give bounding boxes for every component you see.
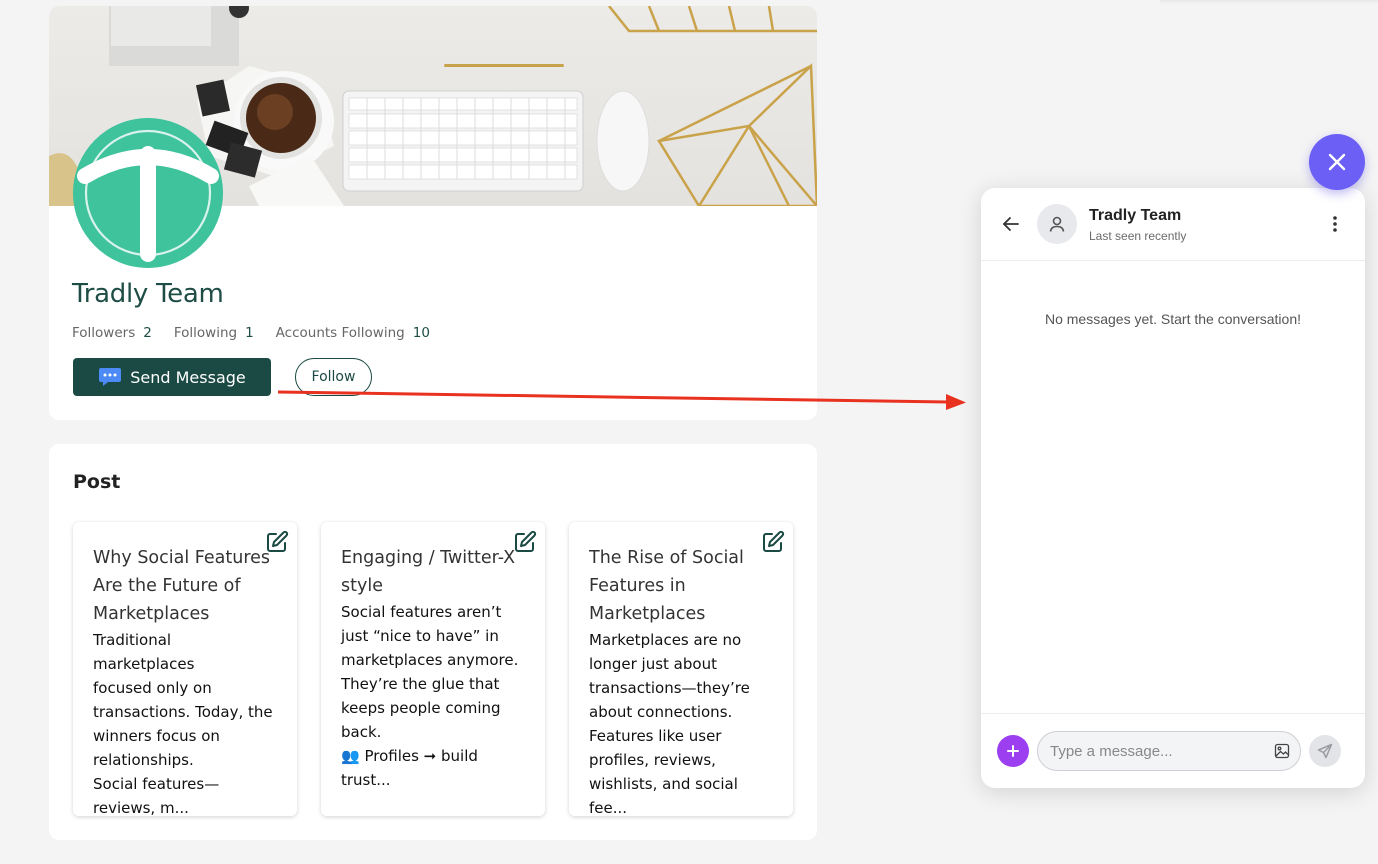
send-message-button[interactable]: Send Message [73, 358, 271, 396]
send-message-label: Send Message [130, 367, 246, 387]
post-excerpt: Marketplaces are no longer just about tr… [589, 631, 750, 816]
post-card[interactable]: Engaging / Twitter-X style Social featur… [321, 522, 545, 816]
tradly-logo-icon [73, 118, 223, 268]
profile-avatar [73, 118, 223, 268]
stat-value: 2 [143, 325, 152, 341]
stat-followers[interactable]: Followers 2 [72, 325, 152, 341]
send-chat-message-button[interactable] [1309, 735, 1341, 767]
stat-label: Following [173, 325, 238, 341]
profile-name: Tradly Team [72, 279, 224, 309]
edit-icon[interactable] [761, 530, 785, 554]
annotation-arrow-icon [277, 390, 966, 410]
chat-contact-status: Last seen recently [1089, 229, 1187, 243]
close-chat-button[interactable] [1309, 134, 1365, 190]
chat-composer [981, 713, 1365, 788]
empty-conversation-message: No messages yet. Start the conversation! [1044, 311, 1301, 327]
post-title: The Rise of Social Features in Marketpla… [589, 548, 744, 624]
plus-icon [1007, 745, 1019, 757]
post-title: Engaging / Twitter-X style [341, 548, 516, 596]
profile-card: Tradly Team Followers 2 Following 1 Acco… [49, 6, 817, 420]
message-input-container [1037, 731, 1301, 771]
stat-following[interactable]: Following 1 [174, 325, 254, 341]
message-input[interactable] [1050, 732, 1260, 770]
image-icon[interactable] [1274, 743, 1290, 759]
add-attachment-button[interactable] [997, 735, 1029, 767]
user-icon [1049, 216, 1065, 232]
profile-stats: Followers 2 Following 1 Accounts Followi… [72, 325, 452, 341]
post-card[interactable]: Why Social Features Are the Future of Ma… [73, 522, 297, 816]
stat-accounts-following[interactable]: Accounts Following 10 [276, 325, 430, 341]
post-excerpt: Traditional marketplaces focused only on… [93, 631, 273, 816]
posts-heading: Post [73, 471, 121, 493]
chat-avatar [1037, 204, 1077, 244]
post-excerpt: Social features aren’t just “nice to hav… [341, 603, 519, 789]
chat-header: Tradly Team Last seen recently [981, 188, 1365, 261]
edit-icon[interactable] [265, 530, 289, 554]
post-title: Why Social Features Are the Future of Ma… [93, 548, 271, 624]
edit-icon[interactable] [513, 530, 537, 554]
stat-value: 1 [245, 325, 254, 341]
more-vertical-icon[interactable] [1325, 214, 1345, 234]
close-icon [1328, 153, 1346, 171]
send-icon [1317, 743, 1333, 759]
stat-label: Accounts Following [275, 325, 405, 341]
stat-label: Followers [72, 325, 136, 341]
top-edge-shadow [1160, 0, 1378, 4]
posts-section: Post Why Social Features Are the Future … [49, 444, 817, 840]
chat-bubble-icon [98, 366, 122, 388]
chat-contact-name: Tradly Team [1089, 207, 1182, 224]
stat-value: 10 [412, 325, 430, 341]
back-arrow-icon[interactable] [1001, 214, 1021, 234]
post-card[interactable]: The Rise of Social Features in Marketpla… [569, 522, 793, 816]
chat-panel: Tradly Team Last seen recently No messag… [981, 188, 1365, 788]
